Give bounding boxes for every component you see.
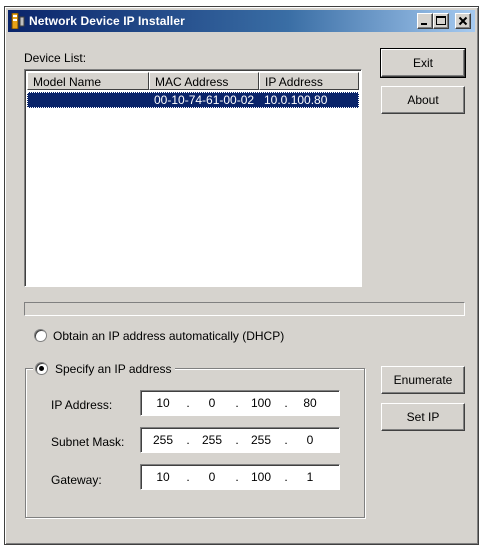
ip-address-field[interactable]: 10 . 0 . 100 . 80 <box>140 390 340 416</box>
close-icon <box>458 16 468 26</box>
subnet-octet-4[interactable]: 0 <box>292 433 328 447</box>
gateway-octet-2[interactable]: 0 <box>194 470 230 484</box>
subnet-separator: . <box>235 433 239 447</box>
minimize-icon <box>421 23 427 25</box>
row-ip-address: 10.0.100.80 <box>264 93 328 107</box>
minimize-button[interactable] <box>417 13 433 29</box>
dhcp-radio-label[interactable]: Obtain an IP address automatically (DHCP… <box>53 329 284 343</box>
ip-octet-1[interactable]: 10 <box>145 396 181 410</box>
gateway-separator: . <box>186 470 190 484</box>
gateway-field[interactable]: 10 . 0 . 100 . 1 <box>140 464 340 490</box>
ip-separator: . <box>284 396 288 410</box>
static-ip-group-legend: Specify an IP address <box>33 361 175 377</box>
main-window: Network Device IP Installer Device List:… <box>4 6 479 545</box>
close-button[interactable] <box>455 13 471 29</box>
title-bar[interactable]: Network Device IP Installer <box>8 10 475 32</box>
gateway-separator: . <box>235 470 239 484</box>
ip-octet-4[interactable]: 80 <box>292 396 328 410</box>
row-mac-address: 00-10-74-61-00-02 <box>154 93 255 107</box>
subnet-octet-1[interactable]: 255 <box>145 433 181 447</box>
network-device-app-icon <box>11 12 25 30</box>
gateway-octet-1[interactable]: 10 <box>145 470 181 484</box>
ip-octet-2[interactable]: 0 <box>194 396 230 410</box>
subnet-octet-3[interactable]: 255 <box>243 433 279 447</box>
ip-address-label: IP Address: <box>51 398 113 412</box>
device-list[interactable]: Model Name MAC Address IP Address 00-10-… <box>24 69 362 287</box>
gateway-octet-4[interactable]: 1 <box>292 470 328 484</box>
ip-separator: . <box>186 396 190 410</box>
static-ip-radio-label[interactable]: Specify an IP address <box>55 362 172 376</box>
ip-separator: . <box>235 396 239 410</box>
subnet-mask-field[interactable]: 255 . 255 . 255 . 0 <box>140 427 340 453</box>
column-header-ip-address[interactable]: IP Address <box>259 72 359 90</box>
maximize-button[interactable] <box>433 13 449 29</box>
subnet-separator: . <box>284 433 288 447</box>
gateway-octet-3[interactable]: 100 <box>243 470 279 484</box>
set-ip-button[interactable]: Set IP <box>381 403 465 431</box>
enumerate-button[interactable]: Enumerate <box>381 366 465 394</box>
exit-button[interactable]: Exit <box>380 48 466 78</box>
window-title: Network Device IP Installer <box>29 14 185 28</box>
device-list-header: Model Name MAC Address IP Address <box>27 72 359 90</box>
subnet-octet-2[interactable]: 255 <box>194 433 230 447</box>
about-button[interactable]: About <box>381 86 465 114</box>
gateway-label: Gateway: <box>51 473 102 487</box>
column-header-model-name[interactable]: Model Name <box>27 72 149 90</box>
progress-bar <box>24 302 465 316</box>
device-list-row[interactable]: 00-10-74-61-00-02 10.0.100.80 <box>27 92 359 108</box>
ip-octet-3[interactable]: 100 <box>243 396 279 410</box>
device-list-label: Device List: <box>24 51 87 65</box>
maximize-icon <box>436 16 446 25</box>
gateway-separator: . <box>284 470 288 484</box>
static-ip-radio-dot <box>39 366 44 371</box>
subnet-separator: . <box>186 433 190 447</box>
subnet-mask-label: Subnet Mask: <box>51 435 125 449</box>
static-ip-radio[interactable] <box>35 362 48 375</box>
dhcp-radio[interactable] <box>34 329 47 342</box>
column-header-mac-address[interactable]: MAC Address <box>149 72 259 90</box>
